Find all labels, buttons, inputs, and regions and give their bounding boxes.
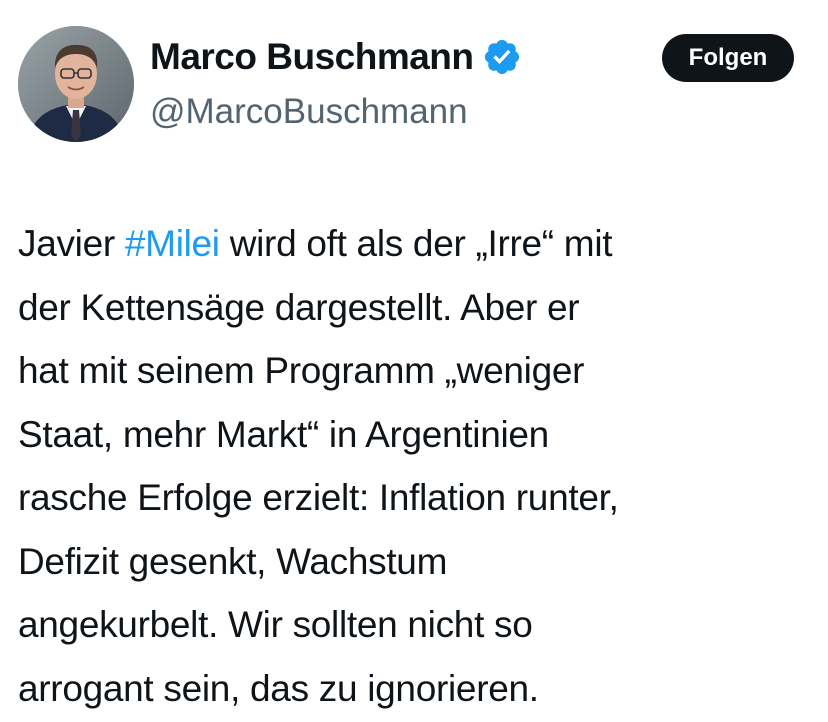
avatar-image bbox=[18, 26, 134, 142]
tweet-line: Defizit gesenkt, Wachstum bbox=[18, 540, 448, 582]
tweet-line: arrogant sein, das zu ignorieren. bbox=[18, 667, 539, 709]
follow-button[interactable]: Folgen bbox=[662, 34, 794, 82]
tweet-line: angekurbelt. Wir sollten nicht so bbox=[18, 604, 533, 645]
tweet-text-segment: Javier bbox=[18, 223, 125, 264]
tweet-card: Marco Buschmann @MarcoBuschmann Folgen J… bbox=[0, 0, 828, 722]
verified-badge-icon[interactable] bbox=[482, 37, 522, 77]
author-handle[interactable]: @MarcoBuschmann bbox=[150, 90, 468, 134]
tweet-text-segment: wird oft als der „Irre“ mit bbox=[219, 223, 613, 264]
author-display-name[interactable]: Marco Buschmann bbox=[150, 34, 474, 80]
tweet-line: Javier #Milei wird oft als der „Irre“ mi… bbox=[18, 212, 818, 276]
author-name-row: Marco Buschmann bbox=[150, 34, 522, 80]
hashtag-link[interactable]: #Milei bbox=[125, 223, 220, 264]
tweet-text: Javier #Milei wird oft als der „Irre“ mi… bbox=[18, 212, 818, 720]
tweet-line: Staat, mehr Markt“ in Argentinien bbox=[18, 413, 549, 455]
tweet-line: rasche Erfolge erzielt: Inflation runter… bbox=[18, 477, 619, 518]
tweet-line: der Kettensäge dargestellt. Aber er bbox=[18, 286, 580, 328]
avatar[interactable] bbox=[18, 26, 134, 142]
tweet-line: hat mit seinem Programm „weniger bbox=[18, 350, 585, 391]
